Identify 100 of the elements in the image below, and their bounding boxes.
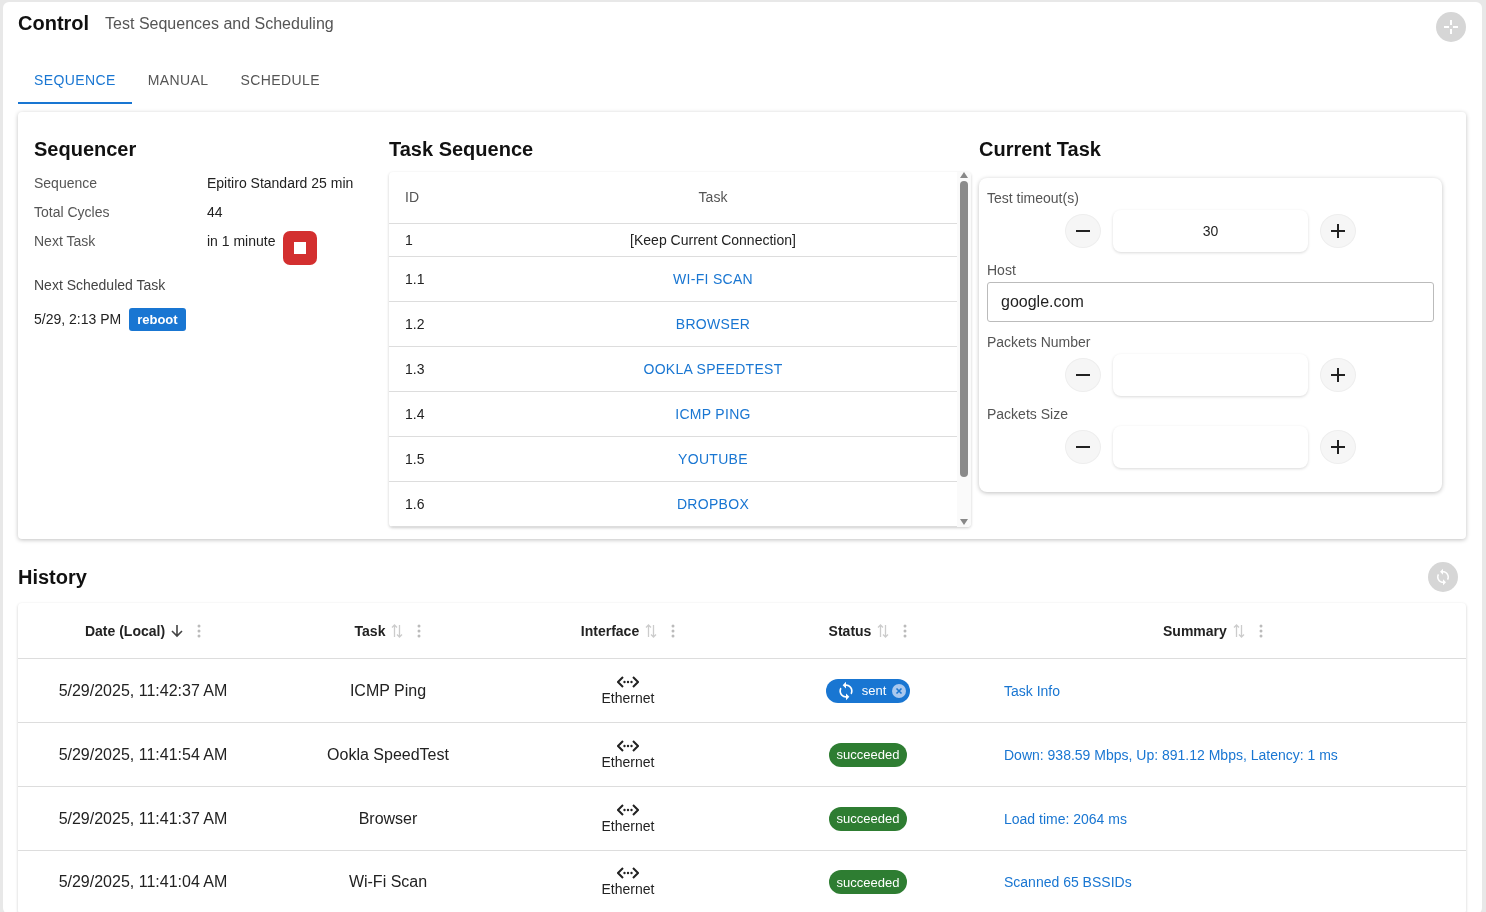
ethernet-icon xyxy=(617,867,639,879)
stop-button[interactable] xyxy=(283,230,318,265)
field-value: in 1 minute xyxy=(207,231,276,251)
sort-icon[interactable] xyxy=(1232,623,1245,638)
spark-icon xyxy=(1444,19,1458,34)
date-cell-text: 5/29/2025, 11:41:37 AM xyxy=(57,809,229,828)
column-header[interactable]: Summary xyxy=(1163,622,1227,639)
id-cell-text: 1.2 xyxy=(404,315,426,332)
page-subtitle: Test Sequences and Scheduling xyxy=(105,14,335,33)
field-value: 44 xyxy=(207,202,223,222)
summary-link[interactable]: Task Info xyxy=(988,682,1061,699)
section-title: Sequencer xyxy=(34,137,138,161)
minus-icon xyxy=(1076,373,1090,376)
ethernet-icon xyxy=(617,803,639,816)
id-cell-text: 1.5 xyxy=(404,450,426,467)
task-link[interactable]: BROWSER xyxy=(509,315,917,332)
id-cell-text: 1.4 xyxy=(404,405,426,422)
id-cell-text: 1.3 xyxy=(404,360,426,377)
plus-icon xyxy=(1331,439,1345,454)
status-chip: sent xyxy=(825,678,911,703)
field-label: Test timeout(s) xyxy=(987,189,1080,206)
id-cell-text: 1.6 xyxy=(404,495,426,512)
plus-icon xyxy=(1331,367,1345,382)
task-link[interactable]: YOUTUBE xyxy=(509,450,917,467)
task-link[interactable]: OOKLA SPEEDTEST xyxy=(509,360,917,377)
more-vertical-icon[interactable] xyxy=(197,623,202,638)
minus-icon xyxy=(1076,445,1090,448)
task-cell-text: Wi-Fi Scan xyxy=(347,873,429,891)
decrement-button[interactable] xyxy=(1065,357,1101,392)
tab[interactable]: SEQUENCE xyxy=(18,57,132,104)
interface-name: Ethernet xyxy=(601,689,655,706)
decrement-button[interactable] xyxy=(1065,213,1101,248)
task-cell-text: ICMP Ping xyxy=(348,681,428,700)
increment-button[interactable] xyxy=(1320,357,1356,392)
refresh-icon xyxy=(1434,568,1452,587)
task-link[interactable]: DROPBOX xyxy=(509,495,917,512)
action-button[interactable] xyxy=(1436,11,1466,42)
date-cell-text: 5/29/2025, 11:41:54 AM xyxy=(57,745,229,764)
sort-icon[interactable] xyxy=(877,623,890,638)
status-chip: succeeded xyxy=(828,806,908,831)
task-link[interactable]: ICMP PING xyxy=(509,405,917,422)
field-label: Packets Number xyxy=(987,333,1092,350)
status-chip: succeeded xyxy=(828,870,908,894)
field-label: Packets Size xyxy=(987,405,1069,422)
refresh-button[interactable] xyxy=(1428,562,1458,593)
increment-button[interactable] xyxy=(1320,429,1356,464)
scroll-down-arrow-icon[interactable] xyxy=(960,518,968,525)
page-title: Control xyxy=(18,12,90,36)
minus-icon xyxy=(1076,229,1090,232)
ethernet-icon xyxy=(617,739,639,752)
column-header[interactable]: Date (Local) xyxy=(84,622,166,639)
date-cell-text: 5/29/2025, 11:41:04 AM xyxy=(57,873,229,891)
host-field[interactable]: google.com xyxy=(987,281,1434,322)
task-cell-text: Ookla SpeedTest xyxy=(326,745,450,764)
column-header[interactable]: Task xyxy=(354,622,386,639)
scroll-up-arrow-icon[interactable] xyxy=(960,171,968,178)
field-label: Total Cycles xyxy=(34,202,111,222)
more-vertical-icon[interactable] xyxy=(417,623,422,638)
column-header[interactable]: Interface xyxy=(580,622,640,639)
column-header: Task xyxy=(697,189,729,206)
interface-name: Ethernet xyxy=(601,817,655,834)
stop-icon xyxy=(294,241,307,254)
section-title: History xyxy=(18,565,87,589)
date-cell-text: 5/29/2025, 11:42:37 AM xyxy=(57,681,229,700)
more-vertical-icon[interactable] xyxy=(671,623,676,638)
task-tag: reboot xyxy=(129,307,186,331)
sort-icon[interactable] xyxy=(645,623,658,638)
task-cell-text: Browser xyxy=(357,809,419,828)
tab[interactable]: MANUAL xyxy=(131,57,225,104)
field-label: Host xyxy=(987,261,1017,278)
close-icon[interactable] xyxy=(892,683,907,698)
plus-icon xyxy=(1331,223,1345,238)
section-title: Task Sequence xyxy=(389,137,535,161)
summary-link[interactable]: Load time: 2064 ms xyxy=(988,810,1127,827)
scheduled-time: 5/29, 2:13 PM xyxy=(34,309,122,329)
more-vertical-icon[interactable] xyxy=(1258,623,1263,638)
field-label: Next Scheduled Task xyxy=(34,276,167,293)
decrement-button[interactable] xyxy=(1065,429,1101,464)
task-link[interactable]: WI-FI SCAN xyxy=(509,270,917,287)
column-header: ID xyxy=(404,189,420,206)
field-label: Next Task xyxy=(34,231,97,251)
summary-link[interactable]: Down: 938.59 Mbps, Up: 891.12 Mbps, Latency: 1 ms xyxy=(988,746,1338,763)
field-label: Sequence xyxy=(34,173,99,193)
more-vertical-icon[interactable] xyxy=(903,623,908,638)
section-title: Current Task xyxy=(979,137,1102,161)
number-field[interactable]: 30 xyxy=(1113,209,1308,252)
tab[interactable]: SCHEDULE xyxy=(224,57,336,104)
id-cell-text: 1 xyxy=(404,231,414,248)
interface-name: Ethernet xyxy=(601,881,655,897)
increment-button[interactable] xyxy=(1320,213,1356,248)
task-cell-text: [Keep Current Connection] xyxy=(629,231,797,248)
status-chip: succeeded xyxy=(828,742,908,767)
arrow-down-icon[interactable] xyxy=(171,623,184,638)
column-header[interactable]: Status xyxy=(828,622,872,639)
id-cell-text: 1.1 xyxy=(404,270,426,287)
scrollbar[interactable] xyxy=(957,171,971,527)
interface-name: Ethernet xyxy=(601,753,655,770)
field-value: Epitiro Standard 25 min xyxy=(207,173,354,193)
summary-link[interactable]: Scanned 65 BSSIDs xyxy=(988,874,1132,890)
sort-icon[interactable] xyxy=(391,623,404,638)
